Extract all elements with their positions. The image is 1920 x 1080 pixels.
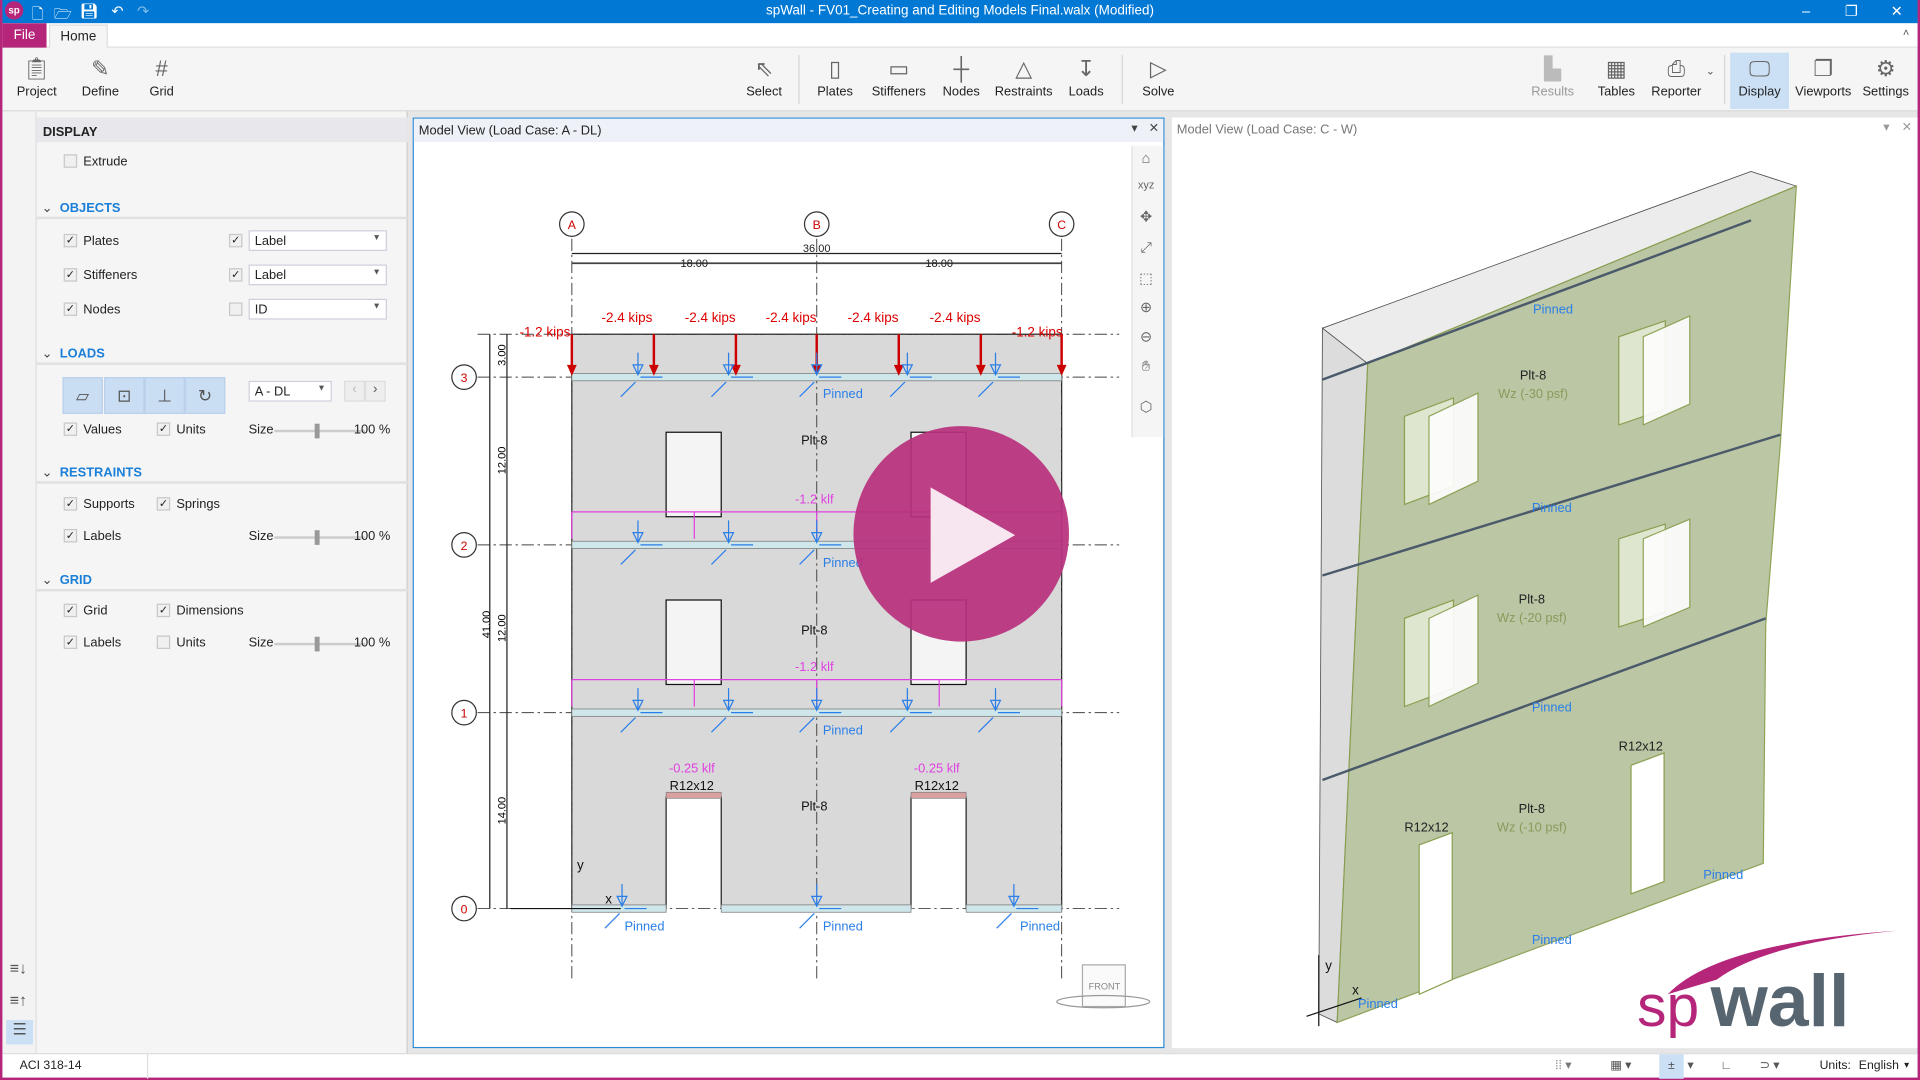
restraint-label-3d: Pinned [1533,301,1573,316]
grid-label-2: 2 [461,539,468,553]
restraint-label: Pinned [823,386,863,401]
snap-points-icon[interactable]: ⁞⁞ ▾ [1555,1059,1571,1072]
snap-node-icon[interactable]: ± [1659,1054,1684,1079]
restraint-arrow [799,913,815,929]
restraint-label-3d: Pinned [1532,699,1572,714]
stiffener-label: R12x12 [670,778,714,793]
stiffener-bar [910,791,967,799]
dimension-vertical: 12.00 [497,447,509,475]
point-load-label: -2.4 kips [766,310,817,325]
units-dropdown[interactable]: English [1859,1059,1899,1072]
plate-load-label-3d: Wz (-10 psf) [1497,819,1567,834]
plate-load-label-3d: Wz (-30 psf) [1498,386,1568,401]
line-load-label: -0.25 klf [914,761,960,776]
dimension-span: 18.00 [680,258,708,270]
grid-label-a: A [568,218,577,232]
stiffener-label-3d: R12x12 [1619,739,1663,754]
line-load-label: -0.25 klf [669,761,715,776]
dimension-vertical: 3.00 [497,344,509,365]
line-load-label: -1.2 klf [795,491,834,506]
restraint-label: Pinned [823,723,863,738]
door-opening-3d [1630,752,1665,895]
status-bar: ACI 318-14 ⁞⁞ ▾ ▦ ▾ ± ▾ ∟ ⊃ ▾ Units: Eng… [2,1053,1918,1079]
plate-label: Plt-8 [801,622,827,637]
axis-y-label-3d: y [1325,958,1332,973]
restraint-arrow [604,913,621,929]
restraint-arrow [996,913,1012,929]
dimension-total: 36.00 [803,243,831,255]
ortho-icon[interactable]: ∟ [1720,1059,1732,1072]
dimension-span: 18.00 [925,258,953,270]
units-label: Units: [1819,1059,1851,1073]
point-load-label: -2.4 kips [685,310,736,325]
axis-y-label: y [577,857,584,872]
dimension-vertical: 12.00 [497,614,509,642]
axis-x-label: x [605,892,612,907]
video-play-button[interactable] [853,426,1069,642]
plate-label: Plt-8 [801,799,827,814]
point-load-label: -2.4 kips [930,310,981,325]
window-hole-3d [1642,518,1691,628]
grid-label-3: 3 [461,371,468,385]
grid-label-c: C [1057,218,1066,232]
line-load-label: -1.2 klf [795,659,834,674]
app-window: sp 🗋 🗁 💾︎ ↶ ↷ spWall - FV01_Creating and… [0,0,1920,1080]
point-load-label: -1.2 kips [1012,325,1063,340]
design-code: ACI 318-14 [19,1059,82,1073]
divider [146,1054,149,1079]
view-cube-front-label[interactable]: FRONT [1089,981,1121,991]
grid-label-b: B [813,218,821,232]
model-drawings: A B C 3 2 1 0 36.00 18.00 18.00 3.00 12.… [451,170,1898,1042]
snap-node-dropdown-icon[interactable]: ▾ [1687,1059,1693,1072]
snap-magnet-icon[interactable]: ⊃ ▾ [1760,1059,1780,1072]
grid-label-0: 0 [461,902,468,916]
window-opening [665,431,722,518]
stiffener-label: R12x12 [915,778,959,793]
point-load-label: -2.4 kips [602,310,653,325]
dimension-vertical: 41.00 [481,611,493,639]
point-load-label: -1.2 kips [519,325,570,340]
restraint-label-3d: Pinned [1703,867,1743,882]
svg-text:wall: wall [1710,959,1850,1042]
restraint-label-3d: Pinned [1532,500,1572,515]
dimension-vertical: 14.00 [497,797,509,825]
restraint-label-3d: Pinned [1532,932,1572,947]
snap-grid-icon[interactable]: ▦ ▾ [1610,1059,1631,1072]
spwall-logo: sp wall [1637,930,1898,1042]
point-load-label: -2.4 kips [848,310,899,325]
isometric-3d-drawing [1306,170,1798,1027]
plate-label: Plt-8 [801,432,827,447]
stiffener-bar [665,791,722,799]
plate-label-3d: Plt-8 [1519,592,1545,607]
plate-label-3d: Plt-8 [1519,801,1545,816]
stiffener-label-3d: R12x12 [1404,819,1448,834]
plate-load-label-3d: Wz (-20 psf) [1497,610,1567,625]
axis-x-label-3d: x [1352,982,1359,997]
window-opening [665,599,722,686]
grid-label-1: 1 [461,707,468,721]
units-dropdown-arrow-icon[interactable]: ▾ [1904,1059,1909,1070]
restraint-label: Pinned [823,919,863,934]
restraint-label: Pinned [624,919,664,934]
door-opening-3d [1418,831,1453,996]
restraint-label-3d: Pinned [1358,996,1398,1011]
restraint-label: Pinned [1020,919,1060,934]
svg-text:sp: sp [1637,974,1699,1039]
plate-label-3d: Plt-8 [1520,368,1546,383]
